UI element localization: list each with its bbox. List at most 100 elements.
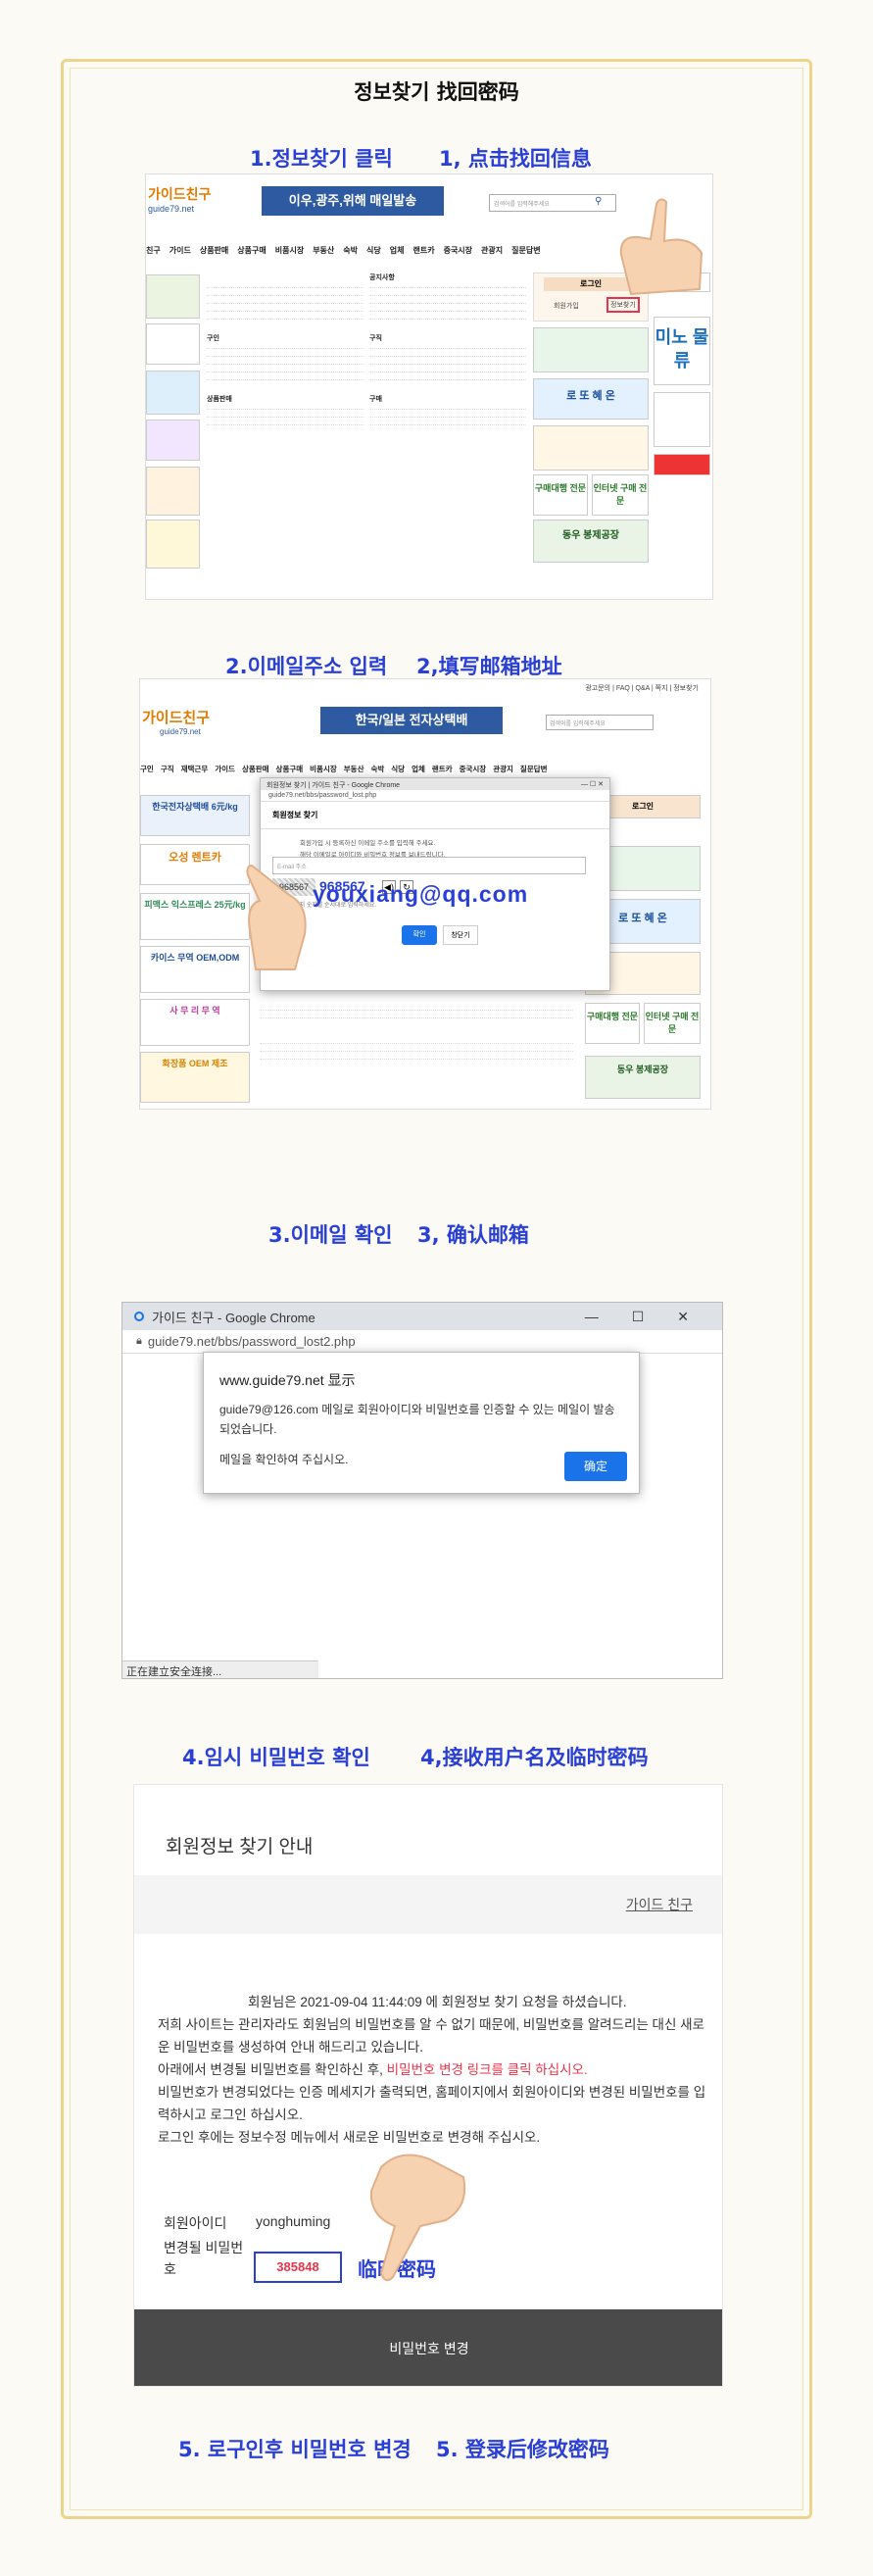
right-ad[interactable]: 미노 물류	[654, 317, 710, 385]
nav-item[interactable]: 관광지	[493, 764, 513, 774]
nav-item[interactable]: 숙박	[370, 764, 384, 774]
list-item[interactable]	[207, 304, 364, 312]
confirm-button[interactable]: 확인	[402, 925, 437, 945]
list-item[interactable]	[260, 1003, 573, 1011]
right-ad[interactable]: 구매대행 전문	[533, 474, 588, 516]
close-button[interactable]: 창닫기	[443, 925, 478, 945]
list-item[interactable]	[207, 349, 364, 357]
browser-url-bar[interactable]: 🔒︎ guide79.net/bbs/password_lost2.php	[122, 1330, 722, 1354]
list-item[interactable]	[369, 296, 526, 304]
nav-item[interactable]: 가이드	[215, 764, 235, 774]
nav-item[interactable]: 식당	[366, 245, 381, 256]
nav-item[interactable]: 부동산	[344, 764, 364, 774]
nav-item[interactable]: 식당	[391, 764, 405, 774]
list-item[interactable]	[369, 280, 526, 288]
nav-item[interactable]: 상품판매	[242, 764, 269, 774]
nav-item[interactable]: 친구	[146, 245, 161, 256]
left-ad[interactable]	[146, 520, 200, 569]
nav-item[interactable]: 질문답변	[511, 245, 540, 256]
list-item[interactable]	[369, 357, 526, 365]
left-ad[interactable]	[146, 323, 200, 365]
left-ad[interactable]: 피맥스 익스프레스 25元/kg	[140, 893, 250, 940]
right-ad[interactable]: 인터넷 구매 전문	[644, 1003, 701, 1044]
list-item[interactable]	[207, 365, 364, 372]
left-ad[interactable]: 카이스 무역 OEM,ODM	[140, 946, 250, 993]
list-item[interactable]	[369, 312, 526, 320]
nav-item[interactable]: 랜트카	[412, 245, 434, 256]
list-item[interactable]	[260, 1052, 573, 1060]
list-item[interactable]	[207, 402, 364, 410]
list-item[interactable]	[369, 418, 526, 425]
right-ad[interactable]: 로 또 혜 온	[533, 378, 649, 420]
right-ad[interactable]: 인터넷 구매 전문	[592, 474, 649, 516]
nav-item[interactable]: 상품판매	[200, 245, 228, 256]
nav-item[interactable]: 구직	[161, 764, 174, 774]
header-banner[interactable]: 이우,광주,위해 매일발송	[262, 186, 444, 216]
right-ad[interactable]	[654, 454, 710, 475]
right-ad[interactable]: 동우 봉제공장	[533, 520, 649, 563]
right-ad[interactable]	[533, 425, 649, 471]
search-input[interactable]: 검색어를 입력해주세요	[546, 715, 654, 730]
nav-item[interactable]: 랜트카	[432, 764, 453, 774]
nav-item[interactable]: 재택근무	[181, 764, 209, 774]
right-ad[interactable]	[654, 392, 710, 447]
list-item[interactable]	[207, 280, 364, 288]
right-ad[interactable]: 동우 봉제공장	[585, 1056, 701, 1099]
list-item[interactable]	[369, 349, 526, 357]
window-controls-icon[interactable]: —☐✕	[585, 1309, 722, 1325]
list-item[interactable]	[260, 1036, 573, 1044]
list-item[interactable]	[207, 296, 364, 304]
change-password-button[interactable]: 비밀번호 변경	[134, 2309, 722, 2386]
nav-item[interactable]: 업체	[412, 764, 425, 774]
list-item[interactable]	[207, 288, 364, 296]
site-logo[interactable]: 가이드친구 guide79.net	[142, 707, 220, 736]
window-controls-icon[interactable]: — ☐ ✕	[581, 780, 604, 788]
nav-item[interactable]: 가이드	[170, 245, 191, 256]
list-item[interactable]	[207, 341, 364, 349]
list-item[interactable]	[207, 372, 364, 380]
list-item[interactable]	[207, 418, 364, 425]
nav-item[interactable]: 숙박	[343, 245, 358, 256]
top-links[interactable]: 광고문의 | FAQ | Q&A | 쪽지 | 정보찾기	[585, 683, 699, 693]
list-item[interactable]	[207, 357, 364, 365]
list-item[interactable]	[369, 365, 526, 372]
nav-item[interactable]: 관광지	[481, 245, 503, 256]
nav-item[interactable]: 질문답변	[520, 764, 548, 774]
left-ad[interactable]	[146, 274, 200, 319]
left-ad[interactable]: 사 무 리 무 역	[140, 999, 250, 1046]
nav-item[interactable]: 비품시장	[275, 245, 304, 256]
left-ad[interactable]	[146, 420, 200, 461]
nav-item[interactable]: 상품구매	[276, 764, 304, 774]
list-item[interactable]	[207, 312, 364, 320]
left-ad[interactable]: 화장품 OEM 제조	[140, 1052, 250, 1103]
list-item[interactable]	[369, 402, 526, 410]
join-link[interactable]: 회원가입	[554, 301, 579, 311]
nav-item[interactable]: 부동산	[313, 245, 334, 256]
left-ad[interactable]: 오성 렌트카	[140, 844, 250, 885]
right-ad[interactable]	[533, 327, 649, 372]
right-ad[interactable]: 구매대행 전문	[585, 1003, 640, 1044]
list-item[interactable]	[260, 1011, 573, 1018]
nav-item[interactable]: 중국시장	[460, 764, 487, 774]
left-ad[interactable]	[146, 467, 200, 516]
list-item[interactable]	[369, 341, 526, 349]
list-item[interactable]	[369, 304, 526, 312]
site-logo[interactable]: 가이드친구 guide79.net	[148, 184, 217, 220]
site-link[interactable]: 가이드 친구	[626, 1895, 693, 1914]
list-item[interactable]	[260, 1044, 573, 1052]
list-item[interactable]	[369, 288, 526, 296]
search-icon[interactable]: ⚲	[595, 196, 602, 207]
list-item[interactable]	[369, 410, 526, 418]
nav-item[interactable]: 업체	[390, 245, 405, 256]
left-ad[interactable]: 한국전자상택배 6元/kg	[140, 795, 250, 836]
list-item[interactable]	[369, 372, 526, 380]
list-item[interactable]	[207, 410, 364, 418]
nav-item[interactable]: 중국시장	[444, 245, 472, 256]
left-ad[interactable]	[146, 371, 200, 415]
nav-item[interactable]: 구인	[140, 764, 154, 774]
nav-item[interactable]: 상품구매	[237, 245, 266, 256]
ok-button[interactable]: 确定	[564, 1452, 627, 1481]
email-value-annotation: youxiang@qq.com	[313, 881, 529, 907]
header-banner[interactable]: 한국/일본 전자상택배	[320, 707, 503, 734]
nav-item[interactable]: 비품시장	[310, 764, 337, 774]
